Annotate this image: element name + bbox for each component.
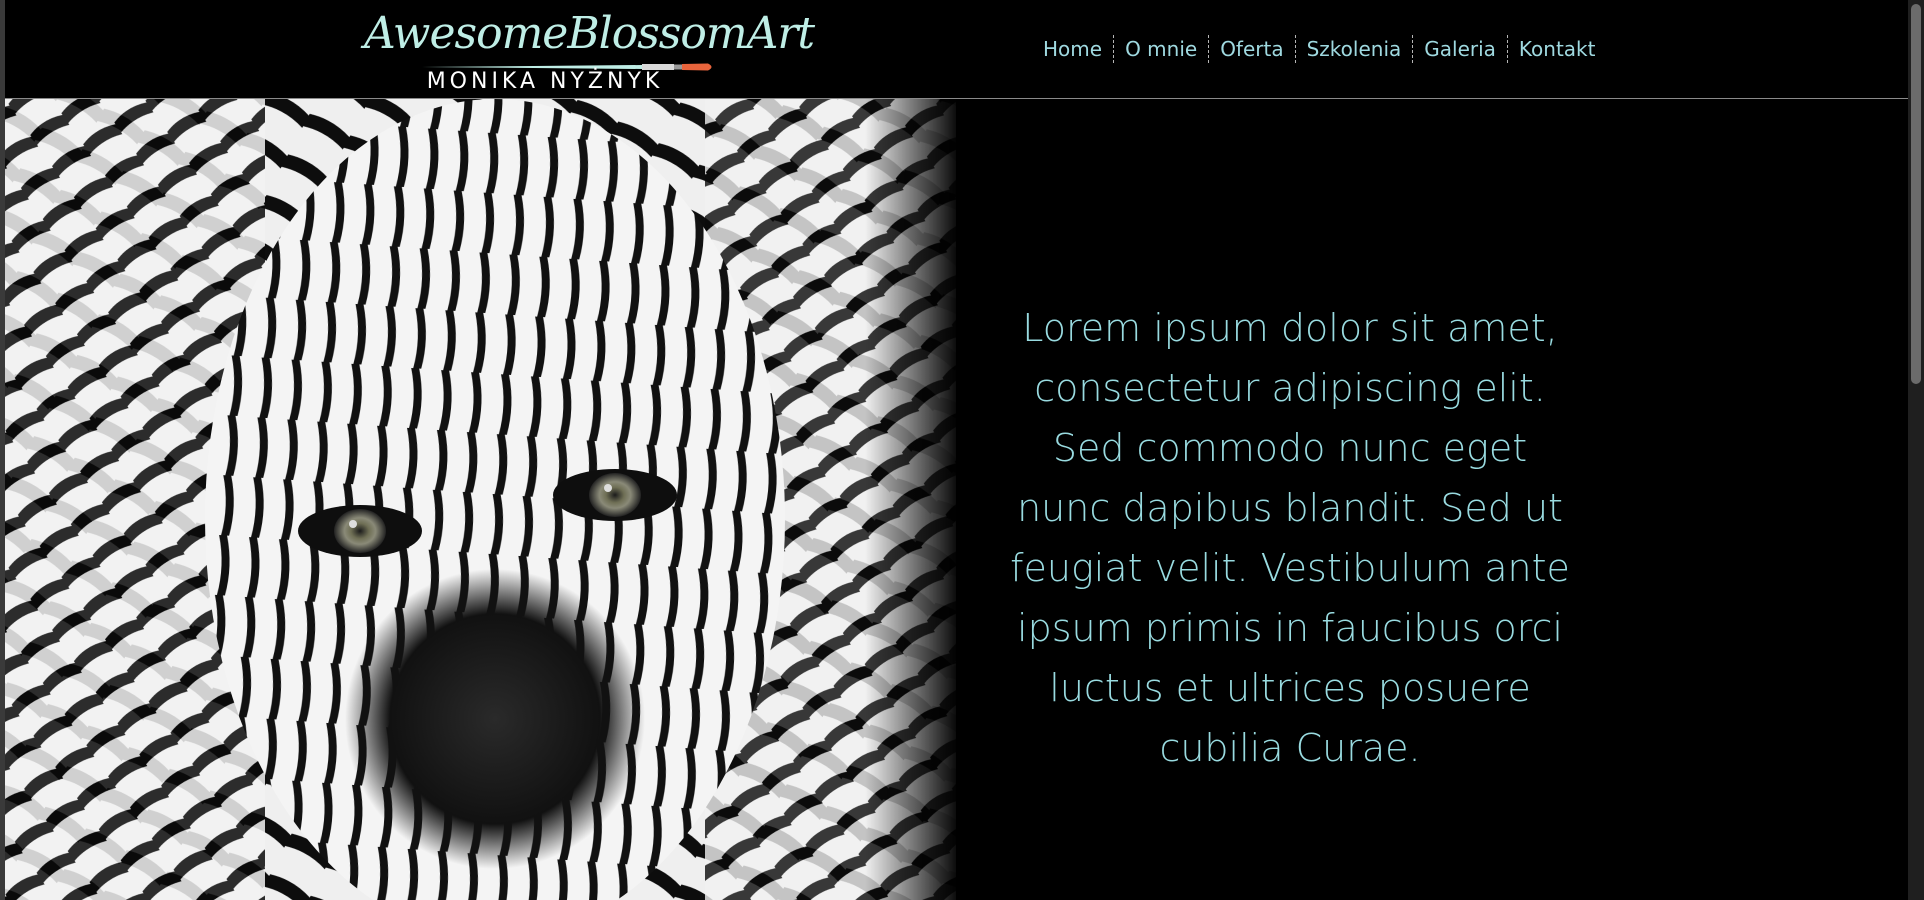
logo-title: AwesomeBlossomArt: [364, 8, 815, 59]
hero-text: Lorem ipsum dolor sit amet, consectetur …: [1010, 306, 1570, 770]
nav-item-o-mnie[interactable]: O mnie: [1114, 35, 1210, 63]
nav-item-szkolenia[interactable]: Szkolenia: [1296, 35, 1414, 63]
nav-item-kontakt[interactable]: Kontakt: [1508, 35, 1607, 63]
zebra-facepaint-photo: [5, 99, 956, 900]
logo-subtitle: MONIKA NYŻNYK: [426, 69, 664, 94]
scrollbar[interactable]: [1908, 0, 1924, 900]
nav-item-galeria[interactable]: Galeria: [1413, 35, 1508, 63]
hero-photo: [5, 99, 956, 900]
main-nav: Home O mnie Oferta Szkolenia Galeria Kon…: [1032, 34, 1606, 64]
page: AwesomeBlossomArt MONIKA NYŻNYK Home O m…: [0, 0, 1924, 900]
nav-item-home[interactable]: Home: [1032, 35, 1115, 63]
site-logo[interactable]: AwesomeBlossomArt MONIKA NYŻNYK: [360, 6, 815, 94]
scrollbar-thumb[interactable]: [1911, 4, 1921, 384]
site-header: AwesomeBlossomArt MONIKA NYŻNYK Home O m…: [5, 0, 1908, 99]
nav-item-oferta[interactable]: Oferta: [1209, 35, 1296, 63]
